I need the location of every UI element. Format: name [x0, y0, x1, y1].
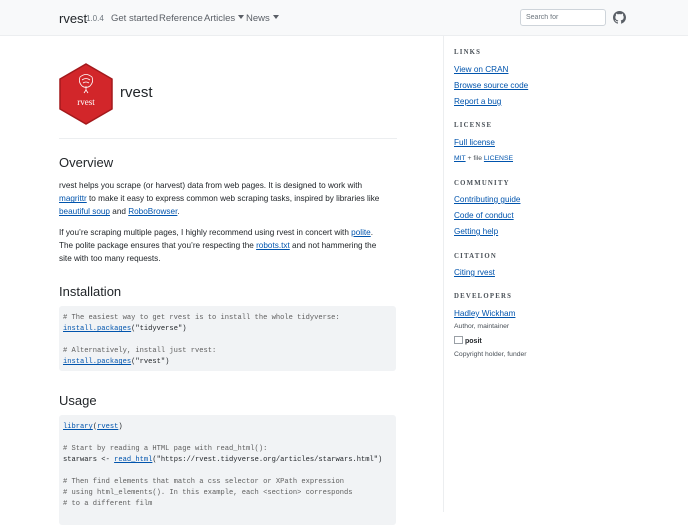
code-args: ("rvest"): [131, 358, 170, 366]
nav-news-label: News: [246, 13, 270, 24]
mit-link[interactable]: MIT: [454, 155, 466, 162]
nav-articles-dropdown[interactable]: Articles: [204, 13, 245, 24]
posit-logo-text: posit: [465, 338, 482, 345]
installation-code-block[interactable]: # The easiest way to get rvest is to ins…: [59, 306, 396, 371]
github-icon[interactable]: [613, 11, 626, 24]
code-comment: # The easiest way to get rvest is to ins…: [63, 314, 340, 322]
install-packages-link[interactable]: install.packages: [63, 358, 131, 366]
code-paren: ): [118, 423, 123, 431]
text-span: .: [177, 207, 180, 217]
posit-logo[interactable]: posit: [454, 336, 482, 345]
license-line: MIT + file LICENSE: [454, 155, 513, 162]
brand-link[interactable]: rvest: [59, 11, 87, 26]
caret-down-icon: [272, 15, 279, 19]
community-section-title: COMMUNITY: [454, 180, 510, 187]
code-args: ("https://rvest.tidyverse.org/articles/s…: [152, 456, 383, 464]
text-span: to make it easy to express common web sc…: [86, 194, 380, 204]
developers-section-title: DEVELOPERS: [454, 293, 513, 300]
text-span: The polite package ensures that you’re r…: [59, 241, 257, 251]
citing-rvest-link[interactable]: Citing rvest: [454, 268, 495, 277]
search-input[interactable]: [520, 9, 606, 26]
text-span: If you’re scraping multiple pages, I hig…: [59, 228, 352, 237]
code-comment: # Alternatively, install just rvest:: [63, 347, 217, 355]
getting-help-link[interactable]: Getting help: [454, 227, 498, 236]
install-packages-link[interactable]: install.packages: [63, 325, 131, 333]
code-comment: # using html_elements(). In this example…: [63, 489, 353, 497]
dev1-role: Author, maintainer: [454, 323, 510, 330]
library-link[interactable]: library: [63, 423, 93, 431]
code-comment: # to a different film: [63, 500, 153, 508]
read-html-link[interactable]: read_html: [114, 456, 152, 464]
code-comment: # Start by reading a HTML page with read…: [63, 445, 268, 453]
overview-heading: Overview: [59, 155, 114, 170]
nav-news-dropdown[interactable]: News: [246, 13, 279, 24]
text-span: .: [370, 228, 374, 237]
code-assign: starwars <-: [63, 456, 115, 464]
license-file-link[interactable]: LICENSE: [484, 155, 513, 162]
code-args: ("tidyverse"): [131, 325, 187, 333]
nav-articles-label: Articles: [204, 13, 236, 24]
usage-heading: Usage: [59, 393, 97, 408]
citation-section-title: CITATION: [454, 253, 497, 260]
dev2-role: Copyright holder, funder: [454, 351, 527, 358]
browse-source-link[interactable]: Browse source code: [454, 81, 528, 90]
view-on-cran-link[interactable]: View on CRAN: [454, 65, 508, 74]
version-badge: 1.0.4: [86, 14, 104, 23]
full-license-link[interactable]: Full license: [454, 138, 495, 147]
installation-heading: Installation: [59, 284, 122, 299]
page-header: rvest rvest: [59, 36, 397, 139]
overview-paragraph-1: rvest helps you scrape (or harvest) data…: [59, 179, 389, 219]
overview-paragraph-2: If you’re scraping multiple pages, I hig…: [59, 226, 389, 266]
rvest-package-link[interactable]: rvest: [97, 423, 118, 431]
report-bug-link[interactable]: Report a bug: [454, 97, 501, 106]
nav-get-started[interactable]: Get started: [111, 13, 158, 24]
text-span: rvest helps you scrape (or harvest) data…: [59, 181, 363, 190]
text-span: and: [109, 207, 129, 217]
page-title: rvest: [120, 84, 153, 101]
logo-text: rvest: [77, 97, 95, 107]
text-span: and not hammering the: [289, 241, 377, 251]
links-section-title: LINKS: [454, 49, 482, 56]
code-of-conduct-link[interactable]: Code of conduct: [454, 211, 514, 220]
usage-code-block[interactable]: library(rvest) # Start by reading a HTML…: [59, 415, 396, 525]
main-content: rvest rvest Overview rvest helps you scr…: [59, 36, 397, 525]
robobrowser-link[interactable]: RoboBrowser: [128, 207, 177, 216]
code-comment: # Then find elements that match a css se…: [63, 478, 344, 486]
navbar: rvest 1.0.4 Get started Reference Articl…: [0, 0, 688, 36]
rvest-hex-logo: rvest: [59, 63, 113, 125]
nav-reference[interactable]: Reference: [159, 13, 203, 24]
image-icon: [454, 336, 463, 344]
license-section-title: LICENSE: [454, 122, 493, 129]
text-span: + file: [465, 155, 484, 162]
beautiful-soup-link[interactable]: beautiful soup: [59, 207, 110, 216]
text-span: site with too many requests.: [59, 254, 161, 264]
robots-txt-link[interactable]: robots.txt: [256, 241, 290, 250]
sidebar-divider: [443, 36, 444, 512]
magrittr-link[interactable]: magrittr: [59, 194, 87, 203]
contributing-guide-link[interactable]: Contributing guide: [454, 195, 520, 204]
caret-down-icon: [238, 15, 245, 19]
hadley-wickham-link[interactable]: Hadley Wickham: [454, 309, 515, 318]
polite-link[interactable]: polite: [351, 228, 371, 237]
